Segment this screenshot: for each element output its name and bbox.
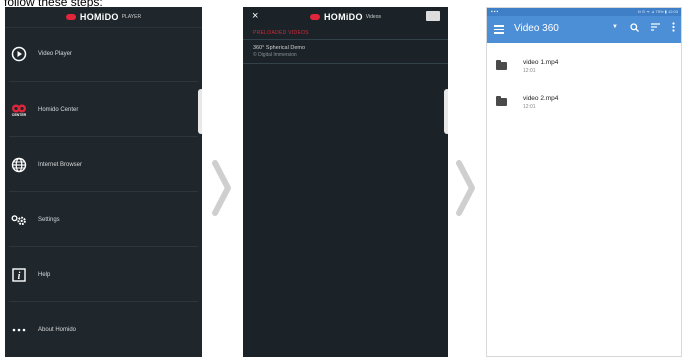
app-bar-actions: ▼: [612, 22, 675, 32]
close-icon[interactable]: ×: [252, 10, 258, 22]
more-icon: [11, 322, 27, 338]
player-header: HOMiDO PLAYER: [5, 7, 202, 28]
divider: [9, 246, 198, 247]
menu-item-homido-center[interactable]: CENTER Homido Center: [5, 95, 202, 125]
menu-icon[interactable]: [494, 25, 504, 34]
file-icon: [496, 60, 507, 70]
dropdown-arrow-icon[interactable]: ▼: [612, 24, 618, 30]
video-subtitle: © Digital Immersion: [253, 52, 297, 58]
logo-subtitle: PLAYER: [121, 14, 142, 20]
homido-logo-text: HOMiDO: [79, 12, 119, 22]
file-time: 12:01: [523, 104, 536, 110]
file-time: 12:01: [523, 68, 536, 74]
homido-logo-icon: [309, 14, 320, 20]
menu-item-internet-browser[interactable]: Internet Browser: [5, 150, 202, 180]
homido-player-screen: HOMiDO PLAYER Video Player CENTER Homido…: [5, 7, 202, 357]
video-item[interactable]: 360° Spherical Demo © Digital Immersion: [243, 39, 448, 64]
homido-center-icon: CENTER: [11, 102, 27, 118]
globe-icon: [11, 157, 27, 173]
notification-icons: ▪▪▪: [491, 9, 500, 15]
divider: [9, 191, 198, 192]
divider: [9, 136, 198, 137]
chevron-right-icon: [212, 160, 231, 216]
menu-label: Settings: [38, 217, 60, 223]
menu-label: Homido Center: [38, 107, 79, 113]
search-icon[interactable]: [630, 22, 639, 32]
overflow-menu-icon[interactable]: [672, 22, 675, 32]
folder-icon[interactable]: [426, 11, 440, 21]
video-title: 360° Spherical Demo: [253, 45, 306, 51]
divider: [9, 81, 198, 82]
chevron-right-icon: [456, 160, 475, 216]
menu-item-about-homido[interactable]: About Homido: [5, 315, 202, 345]
svg-text:i: i: [18, 271, 21, 282]
homido-videos-screen: × HOMiDO Videos PRELOADED VIDEOS 360° Sp…: [243, 7, 448, 357]
menu-item-video-player[interactable]: Video Player: [5, 39, 202, 69]
file-name: video 1.mp4: [523, 59, 559, 66]
drawer-handle[interactable]: [444, 89, 448, 134]
section-label: PRELOADED VIDEOS: [253, 30, 309, 36]
play-circle-icon: [11, 46, 27, 62]
menu-label: About Homido: [38, 327, 77, 333]
menu-label: Video Player: [38, 51, 72, 57]
info-icon: i: [11, 267, 27, 283]
video-360-screen: ▪▪▪ N ⊙ ᯤ ⊿ 75% ▮ 12:03 Video 360 ▼ vide…: [486, 7, 682, 357]
file-item[interactable]: video 1.mp4 12:01: [487, 54, 681, 84]
homido-logo-icon: [65, 14, 76, 20]
app-bar: Video 360 ▼: [487, 16, 681, 43]
drawer-handle[interactable]: [198, 89, 202, 134]
file-item[interactable]: video 2.mp4 12:01: [487, 90, 681, 120]
menu-item-settings[interactable]: Settings: [5, 205, 202, 235]
menu-item-help[interactable]: i Help: [5, 260, 202, 290]
sort-icon[interactable]: [651, 23, 660, 31]
status-bar: ▪▪▪ N ⊙ ᯤ ⊿ 75% ▮ 12:03: [487, 8, 681, 16]
homido-logo-text: HOMiDO: [323, 12, 363, 22]
menu-label: Help: [38, 272, 51, 278]
status-indicators: N ⊙ ᯤ ⊿ 75% ▮ 12:03: [637, 9, 678, 14]
menu-label: Internet Browser: [38, 162, 83, 168]
gear-icon: [11, 212, 27, 228]
divider: [9, 301, 198, 302]
app-title: Video 360: [514, 23, 559, 34]
videos-header: × HOMiDO Videos: [243, 7, 448, 27]
file-icon: [496, 96, 507, 106]
file-name: video 2.mp4: [523, 95, 559, 102]
center-icon-label: CENTER: [11, 112, 27, 117]
logo-subtitle: Videos: [365, 14, 381, 20]
